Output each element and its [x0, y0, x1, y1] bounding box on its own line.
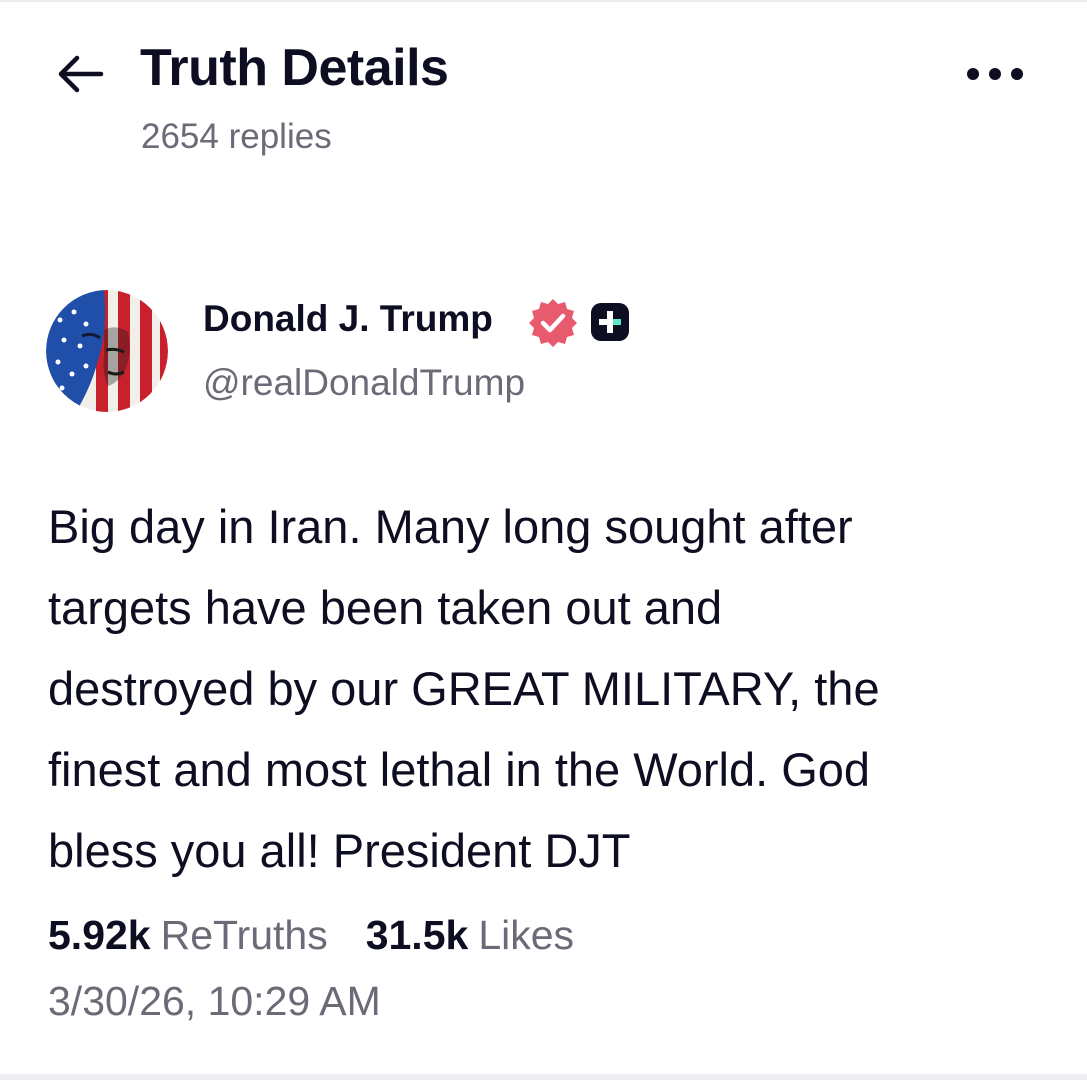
- author-handle[interactable]: @realDonaldTrump: [203, 362, 525, 404]
- likes-label: Likes: [478, 912, 575, 958]
- retruths-count: 5.92k: [48, 912, 151, 958]
- likes-count: 31.5k: [365, 912, 469, 958]
- retruths-stat[interactable]: 5.92k ReTruths: [48, 912, 328, 959]
- page-title: Truth Details: [140, 39, 449, 97]
- arrow-left-icon: [58, 55, 104, 93]
- bottom-divider: [0, 1074, 1087, 1080]
- avatar-image: [46, 290, 168, 412]
- truth-plus-icon: [591, 303, 629, 341]
- likes-stat[interactable]: 31.5k Likes: [366, 912, 574, 959]
- more-horizontal-icon: [967, 68, 1023, 80]
- post-timestamp: 3/30/26, 10:29 AM: [48, 978, 381, 1024]
- more-options-button[interactable]: [958, 52, 1032, 96]
- back-button[interactable]: [52, 46, 108, 102]
- post-body-text: Big day in Iran. Many long sought after …: [48, 500, 880, 877]
- author-display-name[interactable]: Donald J. Trump: [203, 298, 493, 340]
- reply-count: 2654 replies: [141, 117, 332, 156]
- post-stats: 5.92k ReTruths 31.5k Likes: [48, 912, 574, 959]
- page-header: Truth Details 2654 replies: [0, 0, 1087, 180]
- avatar[interactable]: [46, 290, 168, 412]
- verified-badge-icon: [529, 299, 577, 347]
- retruths-label: ReTruths: [160, 912, 328, 958]
